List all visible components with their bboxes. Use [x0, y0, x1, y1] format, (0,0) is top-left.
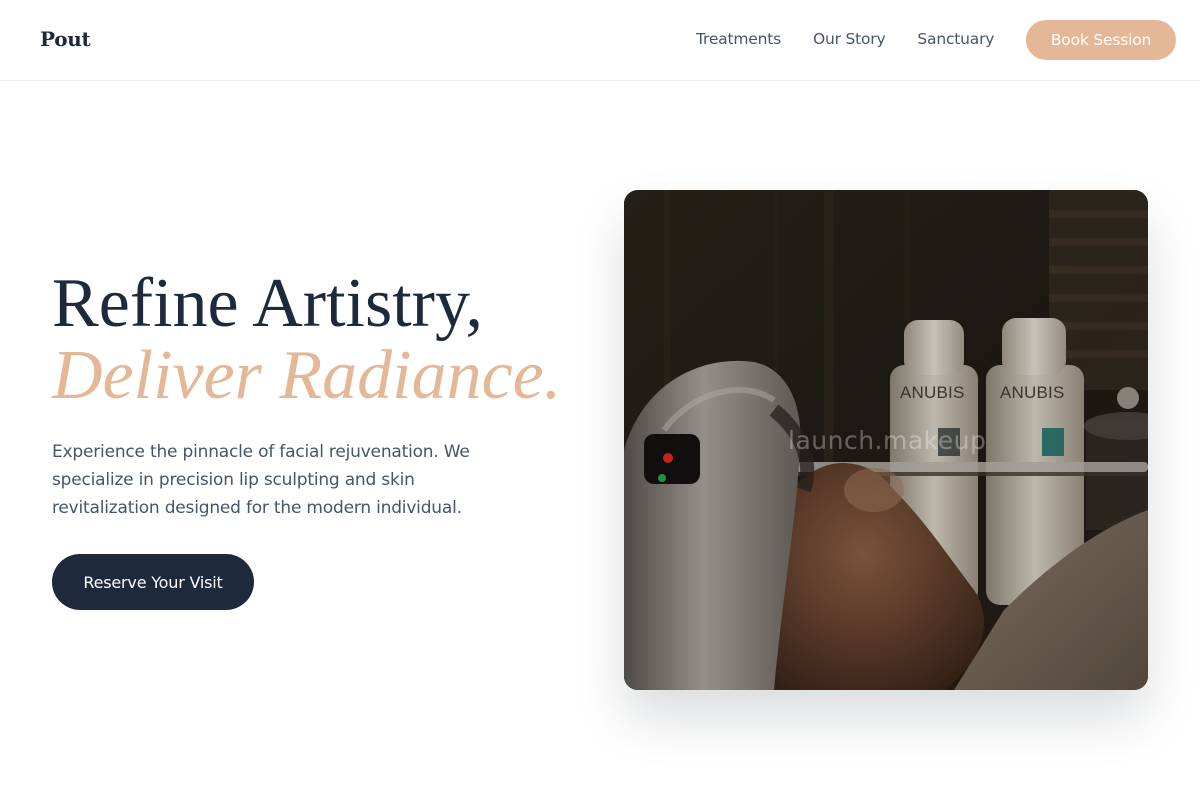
- nav-link-sanctuary[interactable]: Sanctuary: [917, 30, 994, 48]
- top-navbar: Pout Treatments Our Story Sanctuary Book…: [0, 0, 1200, 81]
- book-session-button[interactable]: Book Session: [1026, 20, 1176, 60]
- brand-logo[interactable]: Pout: [40, 27, 91, 51]
- nav-link-our-story[interactable]: Our Story: [813, 30, 886, 48]
- product-label-1: ANUBIS: [900, 383, 965, 402]
- product-label-2: ANUBIS: [1000, 383, 1065, 402]
- nav-link-treatments[interactable]: Treatments: [696, 30, 781, 48]
- image-watermark: launch.makeup: [788, 426, 987, 455]
- hero-headline: Refine Artistry, Deliver Radiance.: [52, 268, 561, 412]
- nav-links: Treatments Our Story Sanctuary: [696, 30, 994, 48]
- headline-line-2-accent: Deliver Radiance.: [52, 337, 562, 414]
- hero-description: Experience the pinnacle of facial rejuve…: [52, 442, 470, 518]
- hero-image: ANUBIS ANUBIS launch.makeup: [624, 190, 1148, 690]
- headline-line-1: Refine Artistry,: [52, 265, 483, 342]
- reserve-visit-button[interactable]: Reserve Your Visit: [52, 554, 254, 610]
